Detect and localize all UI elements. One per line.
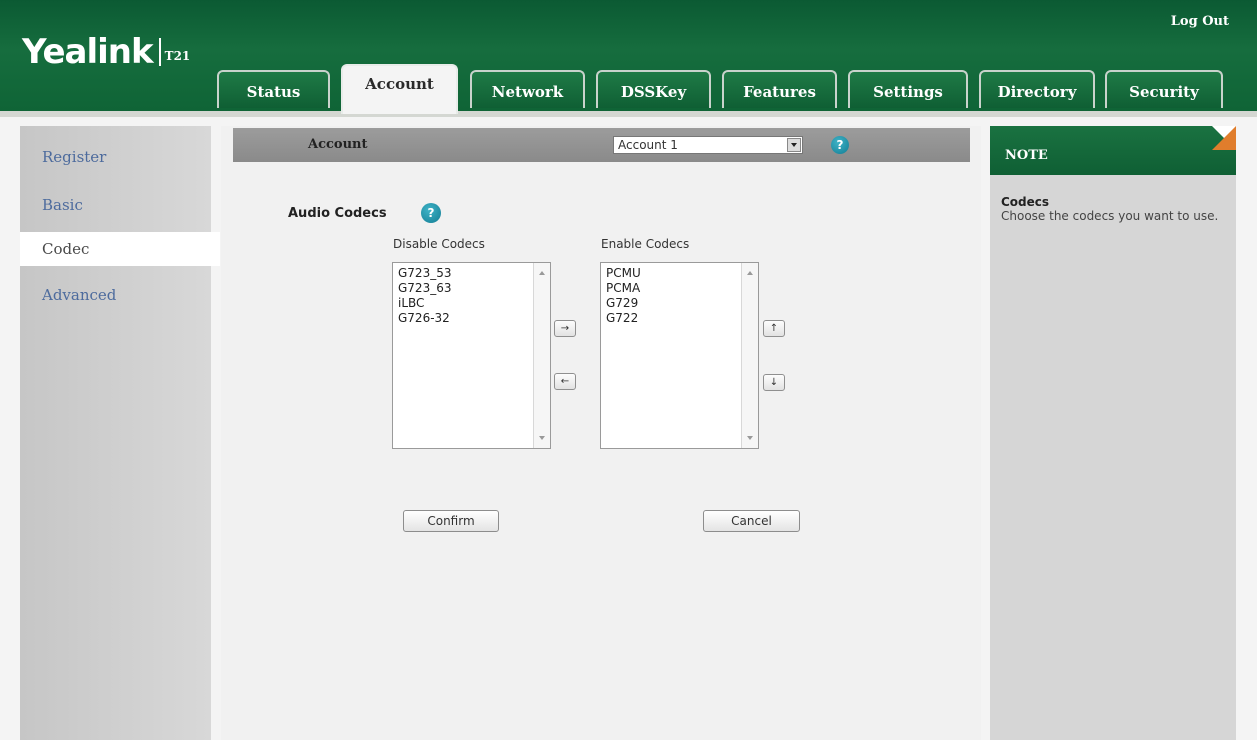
account-bar: Account Account 1 ?: [233, 128, 970, 162]
sidebar-item-codec[interactable]: Codec: [20, 232, 220, 266]
tab-directory[interactable]: Directory: [979, 70, 1095, 108]
tab-status[interactable]: Status: [217, 70, 330, 108]
sidebar-item-advanced[interactable]: Advanced: [20, 278, 211, 312]
sidebar-item-basic[interactable]: Basic: [20, 188, 211, 222]
logout-link[interactable]: Log Out: [1171, 14, 1229, 29]
scroll-up-icon[interactable]: [539, 271, 545, 275]
note-title: Codecs: [1001, 195, 1050, 209]
move-up-button[interactable]: ↑: [763, 320, 785, 337]
list-item[interactable]: PCMA: [606, 281, 758, 296]
sidebar: Register Basic Codec Advanced: [20, 126, 220, 740]
note-header-label: NOTE: [1005, 148, 1048, 163]
tab-security[interactable]: Security: [1105, 70, 1223, 108]
disable-codecs-label: Disable Codecs: [393, 237, 485, 251]
help-icon[interactable]: ?: [421, 203, 441, 223]
disabled-codecs-list[interactable]: G723_53 G723_63 iLBC G726-32: [392, 262, 551, 449]
logo-text: Yealink: [22, 32, 154, 72]
tab-settings[interactable]: Settings: [848, 70, 968, 108]
help-icon[interactable]: ?: [831, 136, 849, 154]
tab-features[interactable]: Features: [722, 70, 837, 108]
move-right-button[interactable]: →: [554, 320, 576, 337]
list-item[interactable]: G726-32: [398, 311, 550, 326]
list-item[interactable]: PCMU: [606, 266, 758, 281]
yealink-logo: Yealink T21: [22, 32, 190, 72]
tab-account[interactable]: Account: [341, 64, 458, 114]
cancel-button[interactable]: Cancel: [703, 510, 800, 532]
tab-dsskey[interactable]: DSSKey: [596, 70, 711, 108]
tab-network[interactable]: Network: [470, 70, 585, 108]
logo-divider: [158, 38, 161, 66]
scroll-down-icon[interactable]: [539, 436, 545, 440]
page-fold-icon: [1212, 126, 1236, 150]
note-panel: NOTE Codecs Choose the codecs you want t…: [990, 126, 1236, 740]
audio-codecs-title: Audio Codecs: [288, 206, 387, 221]
scroll-up-icon[interactable]: [747, 271, 753, 275]
enabled-codecs-list[interactable]: PCMU PCMA G729 G722: [600, 262, 759, 449]
list-item[interactable]: G723_53: [398, 266, 550, 281]
note-header: NOTE: [990, 126, 1236, 175]
account-label: Account: [308, 137, 368, 152]
account-select[interactable]: Account 1: [613, 136, 803, 154]
list-item[interactable]: G723_63: [398, 281, 550, 296]
chevron-down-icon[interactable]: [787, 138, 801, 152]
sidebar-item-register[interactable]: Register: [20, 140, 211, 174]
confirm-button[interactable]: Confirm: [403, 510, 499, 532]
scroll-down-icon[interactable]: [747, 436, 753, 440]
top-header: Yealink T21 Log Out Status Account Netwo…: [0, 0, 1257, 117]
logo-model: T21: [164, 49, 191, 63]
move-left-button[interactable]: ←: [554, 373, 576, 390]
account-select-value: Account 1: [618, 138, 678, 152]
note-text: Choose the codecs you want to use.: [1001, 209, 1219, 223]
move-down-button[interactable]: ↓: [763, 374, 785, 391]
scrollbar[interactable]: [741, 263, 758, 448]
list-item[interactable]: G729: [606, 296, 758, 311]
list-item[interactable]: G722: [606, 311, 758, 326]
scrollbar[interactable]: [533, 263, 550, 448]
main-content: Account Account 1 ? Audio Codecs ? Disab…: [221, 126, 981, 740]
enable-codecs-label: Enable Codecs: [601, 237, 690, 251]
list-item[interactable]: iLBC: [398, 296, 550, 311]
